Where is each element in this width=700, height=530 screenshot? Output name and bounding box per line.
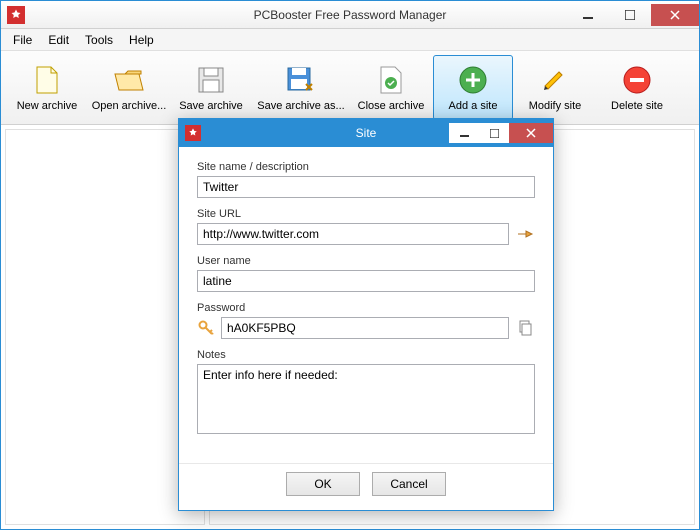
dialog-minimize-button[interactable] xyxy=(449,123,479,143)
add-site-label: Add a site xyxy=(449,100,498,112)
open-archive-button[interactable]: Open archive... xyxy=(89,55,169,120)
delete-site-button[interactable]: Delete site xyxy=(597,55,677,120)
main-titlebar: PCBooster Free Password Manager xyxy=(1,1,699,29)
window-title: PCBooster Free Password Manager xyxy=(254,8,447,22)
dialog-close-button[interactable] xyxy=(509,123,553,143)
open-archive-label: Open archive... xyxy=(92,100,167,112)
site-dialog: Site Site name / description Site URL xyxy=(178,118,554,511)
menubar: File Edit Tools Help xyxy=(1,29,699,51)
menu-file[interactable]: File xyxy=(5,31,40,49)
save-archive-button[interactable]: Save archive xyxy=(171,55,251,120)
site-url-group: Site URL xyxy=(197,208,535,245)
add-site-button[interactable]: Add a site xyxy=(433,55,513,120)
minimize-icon xyxy=(460,129,469,138)
dialog-title: Site xyxy=(356,126,377,140)
notes-textarea[interactable] xyxy=(197,364,535,434)
maximize-icon xyxy=(625,10,635,20)
key-icon xyxy=(197,320,215,336)
save-icon xyxy=(195,64,227,96)
pointing-hand-icon[interactable] xyxy=(515,224,535,244)
ok-button[interactable]: OK xyxy=(286,472,360,496)
sidebar-panel[interactable] xyxy=(5,129,205,525)
user-name-group: User name xyxy=(197,255,535,292)
folder-open-icon xyxy=(113,64,145,96)
close-icon xyxy=(526,128,536,138)
password-input[interactable] xyxy=(221,317,509,339)
site-name-input[interactable] xyxy=(197,176,535,198)
password-group: Password xyxy=(197,302,535,339)
password-label: Password xyxy=(197,302,535,314)
maximize-icon xyxy=(490,129,499,138)
site-name-group: Site name / description xyxy=(197,161,535,198)
dialog-body: Site name / description Site URL User na… xyxy=(179,147,553,457)
modify-site-button[interactable]: Modify site xyxy=(515,55,595,120)
menu-edit[interactable]: Edit xyxy=(40,31,77,49)
new-file-icon xyxy=(31,64,63,96)
user-name-input[interactable] xyxy=(197,270,535,292)
save-archive-as-label: Save archive as... xyxy=(257,100,344,112)
minimize-icon xyxy=(583,10,593,20)
app-icon xyxy=(7,6,25,24)
save-archive-as-button[interactable]: Save archive as... xyxy=(253,55,349,120)
notes-label: Notes xyxy=(197,349,535,361)
window-controls xyxy=(567,4,699,26)
add-icon xyxy=(457,64,489,96)
site-url-input[interactable] xyxy=(197,223,509,245)
dialog-maximize-button[interactable] xyxy=(479,123,509,143)
copy-icon[interactable] xyxy=(515,318,535,338)
dialog-footer: OK Cancel xyxy=(179,463,553,510)
minimize-button[interactable] xyxy=(567,4,609,26)
menu-help[interactable]: Help xyxy=(121,31,162,49)
new-archive-label: New archive xyxy=(17,100,78,112)
menu-tools[interactable]: Tools xyxy=(77,31,121,49)
cancel-button[interactable]: Cancel xyxy=(372,472,446,496)
user-name-label: User name xyxy=(197,255,535,267)
dialog-app-icon xyxy=(185,125,201,141)
save-archive-label: Save archive xyxy=(179,100,243,112)
notes-group: Notes xyxy=(197,349,535,437)
delete-icon xyxy=(621,64,653,96)
modify-site-label: Modify site xyxy=(529,100,582,112)
new-archive-button[interactable]: New archive xyxy=(7,55,87,120)
close-icon xyxy=(670,10,680,20)
dialog-titlebar: Site xyxy=(179,119,553,147)
toolbar: New archive Open archive... Save archive… xyxy=(1,51,699,125)
edit-icon xyxy=(539,64,571,96)
close-archive-label: Close archive xyxy=(358,100,425,112)
close-archive-button[interactable]: Close archive xyxy=(351,55,431,120)
site-url-label: Site URL xyxy=(197,208,535,220)
save-as-icon xyxy=(285,64,317,96)
close-button[interactable] xyxy=(651,4,699,26)
dialog-controls xyxy=(449,123,553,143)
maximize-button[interactable] xyxy=(609,4,651,26)
delete-site-label: Delete site xyxy=(611,100,663,112)
site-name-label: Site name / description xyxy=(197,161,535,173)
close-archive-icon xyxy=(375,64,407,96)
